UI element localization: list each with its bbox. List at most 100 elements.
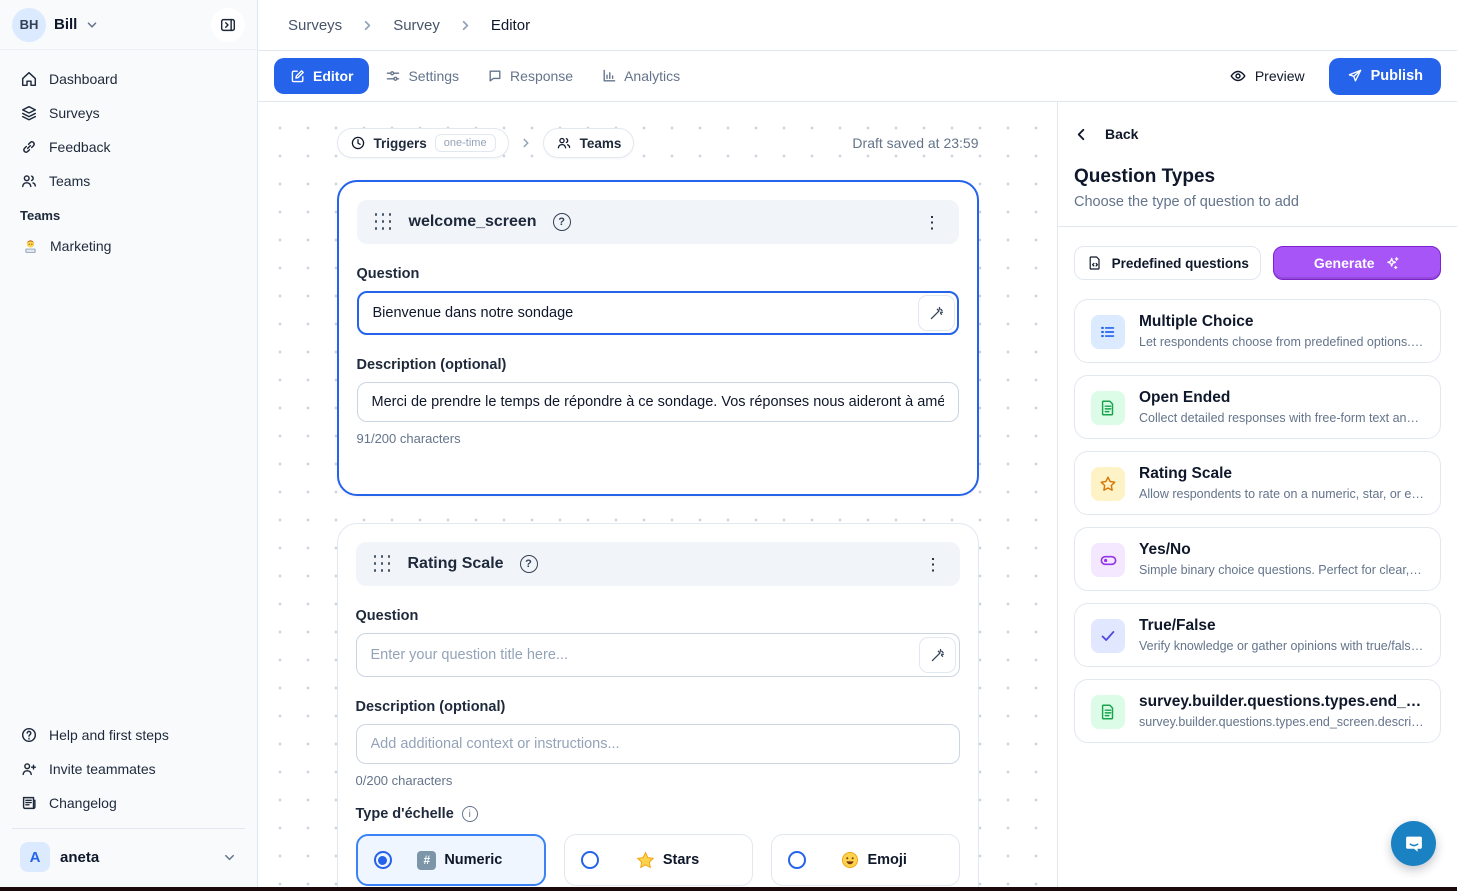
users-icon <box>556 135 572 151</box>
main-area: Surveys Survey Editor Editor Settings Re… <box>258 0 1457 891</box>
triggers-frequency-badge: one-time <box>435 134 496 152</box>
team-item-label: Marketing <box>50 238 111 254</box>
question-type-name: survey.builder.questions.types.end_scr..… <box>1139 693 1424 711</box>
question-type-description: survey.builder.questions.types.end_scree… <box>1139 715 1424 729</box>
triggers-chip-label: Triggers <box>374 136 427 151</box>
toggle-icon <box>1091 543 1125 577</box>
chevron-right-icon <box>519 136 533 150</box>
sliders-icon <box>385 68 401 84</box>
question-type-yes-no[interactable]: Yes/No Simple binary choice questions. P… <box>1074 527 1441 591</box>
panel-subtitle: Choose the type of question to add <box>1074 194 1441 210</box>
home-icon <box>20 70 38 88</box>
sidebar-item-label: Surveys <box>49 105 100 121</box>
sidebar-collapse-button[interactable] <box>211 8 245 42</box>
sidebar-nav: Dashboard Surveys Feedback Teams Teams M… <box>0 50 257 263</box>
magic-wand-icon <box>929 647 946 664</box>
tab-label: Response <box>510 68 573 84</box>
account-menu[interactable]: A aneta <box>12 837 245 883</box>
question-card-rating-scale[interactable]: Rating Scale ? ⋮ Question Description (o… <box>337 523 979 891</box>
scale-option-label: Numeric <box>444 852 502 868</box>
smiley-emoji-icon <box>841 851 859 869</box>
scale-type-options: # Numeric Stars <box>356 834 960 886</box>
user-plus-icon <box>20 760 38 778</box>
sidebar-item-label: Teams <box>49 173 90 189</box>
ai-rewrite-button[interactable] <box>918 295 955 331</box>
workspace-switcher[interactable]: BH Bill <box>0 0 257 50</box>
drag-handle-icon[interactable] <box>375 213 393 231</box>
tab-editor[interactable]: Editor <box>274 58 369 94</box>
kebab-menu-icon[interactable]: ⋮ <box>924 214 941 231</box>
sidebar-item-label: Dashboard <box>49 71 118 87</box>
question-description-input[interactable] <box>357 382 959 422</box>
back-button[interactable]: Back <box>1074 126 1441 142</box>
help-circle-icon <box>20 726 38 744</box>
predefined-questions-button[interactable]: Predefined questions <box>1074 246 1261 280</box>
scale-option-stars[interactable]: Stars <box>564 834 753 886</box>
star-icon <box>1091 467 1125 501</box>
file-code-icon <box>1087 255 1103 271</box>
breadcrumb-survey[interactable]: Survey <box>393 17 440 34</box>
question-title-input[interactable] <box>356 633 960 677</box>
generate-button[interactable]: Generate <box>1273 246 1441 280</box>
teams-chip[interactable]: Teams <box>543 128 635 158</box>
sidebar-item-label: Help and first steps <box>49 727 169 743</box>
question-type-description: Simple binary choice questions. Perfect … <box>1139 563 1424 577</box>
info-icon[interactable]: i <box>462 806 478 822</box>
publish-button[interactable]: Publish <box>1329 58 1441 95</box>
question-type-description: Collect detailed responses with free-for… <box>1139 411 1424 425</box>
star-emoji-icon <box>636 851 655 870</box>
chevron-down-icon <box>222 850 237 865</box>
question-title-input[interactable] <box>357 291 959 335</box>
technologist-emoji <box>20 236 40 256</box>
question-type-name: Yes/No <box>1139 541 1424 559</box>
drag-handle-icon[interactable] <box>374 555 392 573</box>
sidebar-item-changelog[interactable]: Changelog <box>12 786 245 820</box>
sidebar-item-feedback[interactable]: Feedback <box>12 130 245 164</box>
sidebar-item-help[interactable]: Help and first steps <box>12 718 245 752</box>
question-card-welcome-screen[interactable]: welcome_screen ? ⋮ Question Description … <box>337 180 979 496</box>
question-type-true-false[interactable]: True/False Verify knowledge or gather op… <box>1074 603 1441 667</box>
file-text-icon <box>1091 391 1125 425</box>
help-icon[interactable]: ? <box>520 555 538 573</box>
tab-response[interactable]: Response <box>475 58 585 94</box>
editor-toolbar: Editor Settings Response Analytics Previ… <box>258 51 1457 102</box>
panel-title: Question Types <box>1074 166 1441 188</box>
question-type-rating-scale[interactable]: Rating Scale Allow respondents to rate o… <box>1074 451 1441 515</box>
tab-analytics[interactable]: Analytics <box>589 58 692 94</box>
chat-widget-button[interactable] <box>1391 821 1436 866</box>
question-card-header: welcome_screen ? ⋮ <box>357 200 959 244</box>
breadcrumb-editor[interactable]: Editor <box>491 17 530 34</box>
question-type-end-screen[interactable]: survey.builder.questions.types.end_scr..… <box>1074 679 1441 743</box>
triggers-chip[interactable]: Triggers one-time <box>337 128 509 158</box>
preview-button[interactable]: Preview <box>1229 67 1305 85</box>
sidebar: BH Bill Dashboard Surveys Feedback <box>0 0 258 891</box>
kebab-menu-icon[interactable]: ⋮ <box>925 556 942 573</box>
question-label: Question <box>356 608 960 624</box>
workspace-name: Bill <box>54 16 77 33</box>
scale-type-label: Type d'échelle <box>356 806 454 822</box>
scale-option-numeric[interactable]: # Numeric <box>356 834 547 886</box>
sidebar-item-invite[interactable]: Invite teammates <box>12 752 245 786</box>
ai-rewrite-button[interactable] <box>919 637 956 673</box>
magic-wand-icon <box>928 305 945 322</box>
tab-settings[interactable]: Settings <box>373 58 471 94</box>
question-type-open-ended[interactable]: Open Ended Collect detailed responses wi… <box>1074 375 1441 439</box>
question-type-multiple-choice[interactable]: Multiple Choice Let respondents choose f… <box>1074 299 1441 363</box>
question-description-input[interactable] <box>356 724 960 764</box>
chevron-right-icon <box>458 18 473 33</box>
breadcrumb-surveys[interactable]: Surveys <box>288 17 342 34</box>
eye-icon <box>1229 67 1247 85</box>
account-name: aneta <box>60 849 99 866</box>
tab-label: Analytics <box>624 68 680 84</box>
list-icon <box>1091 315 1125 349</box>
question-card-header: Rating Scale ? ⋮ <box>356 542 960 586</box>
layers-icon <box>20 104 38 122</box>
sidebar-item-teams[interactable]: Teams <box>12 164 245 198</box>
scale-option-emoji[interactable]: Emoji <box>771 834 960 886</box>
sidebar-item-marketing[interactable]: Marketing <box>12 229 245 263</box>
sidebar-item-surveys[interactable]: Surveys <box>12 96 245 130</box>
help-icon[interactable]: ? <box>553 213 571 231</box>
sidebar-item-dashboard[interactable]: Dashboard <box>12 62 245 96</box>
chevron-left-icon <box>1074 127 1089 142</box>
question-type-name: Multiple Choice <box>1139 313 1424 331</box>
